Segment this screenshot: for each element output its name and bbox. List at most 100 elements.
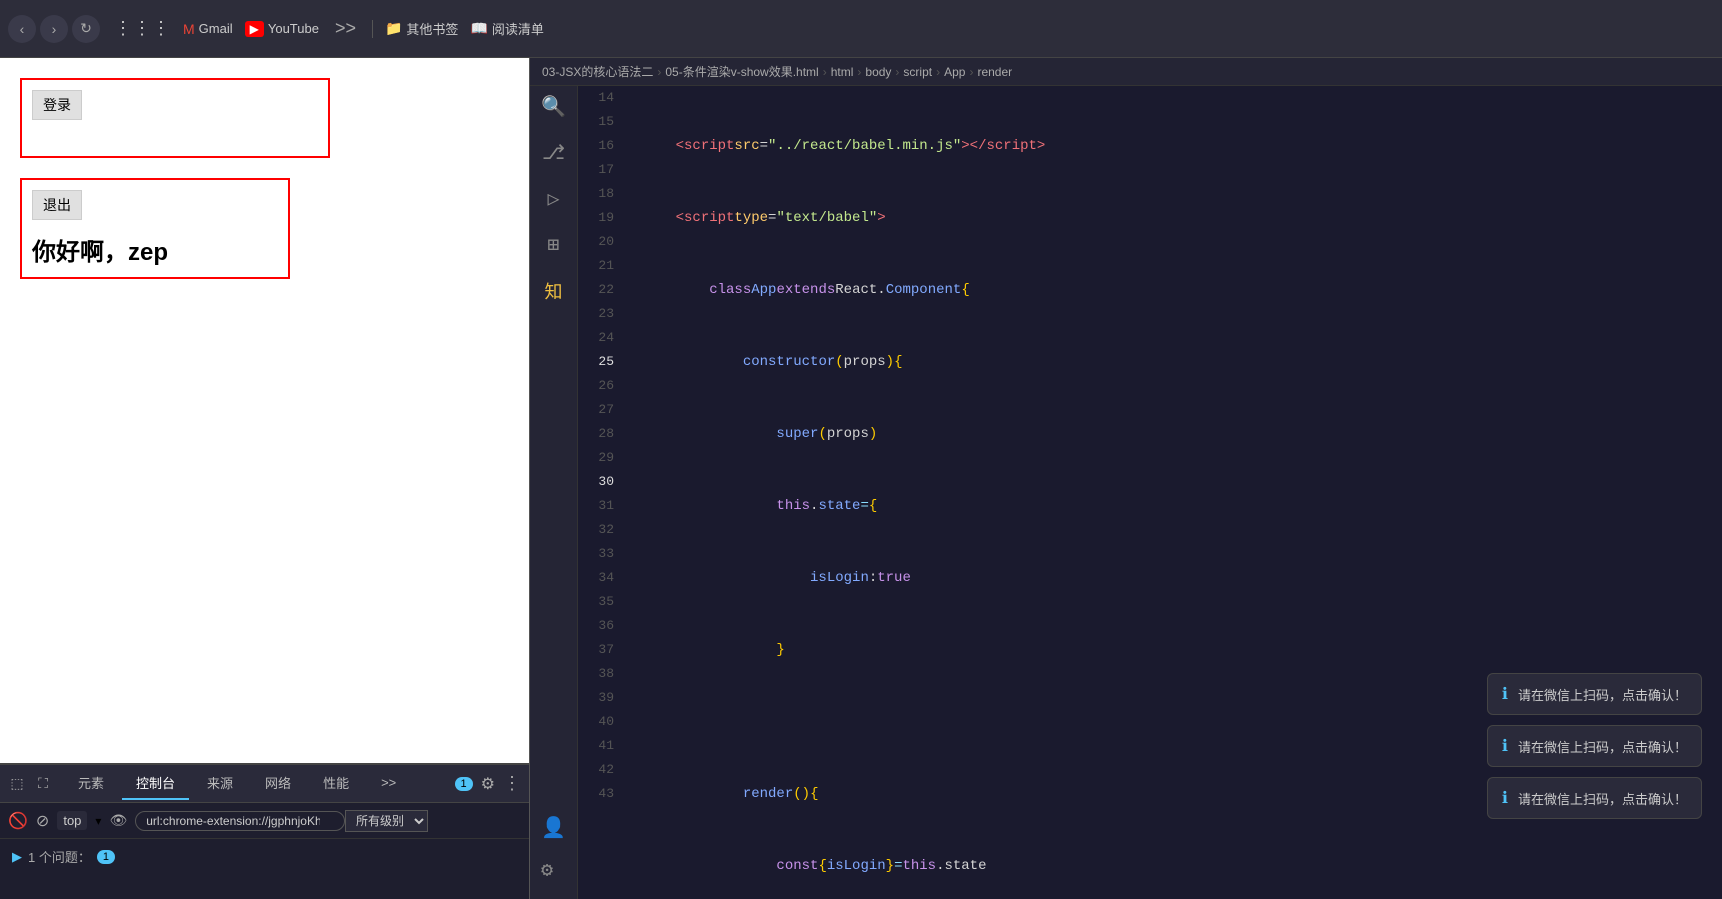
ln-38: 38 xyxy=(590,662,614,686)
ln-32: 32 xyxy=(590,518,614,542)
breadcrumb-item-5[interactable]: script xyxy=(903,65,932,79)
breadcrumb-item-4[interactable]: body xyxy=(865,65,891,79)
editor-wrapper: 14 15 16 17 18 19 20 21 22 23 24 25 26 2… xyxy=(578,86,1722,899)
devtools-toolbar: 🚫 ⊘ top ▾ 👁 ✕ 所有级别 xyxy=(0,803,529,839)
code-line-24: const {isLogin} = this.state xyxy=(642,854,1706,878)
top-label[interactable]: top xyxy=(57,811,87,830)
folder-icon: 📁 xyxy=(385,20,402,37)
more-bookmarks-button[interactable]: >> xyxy=(331,18,360,39)
reading-list[interactable]: 📖 阅读清单 xyxy=(470,19,543,38)
tab-performance[interactable]: 性能 xyxy=(309,767,363,800)
settings-icon[interactable]: ⚙ xyxy=(481,774,495,794)
ln-37: 37 xyxy=(590,638,614,662)
search-sidebar-icon[interactable]: 🔍 xyxy=(541,94,566,120)
breadcrumb-item-7[interactable]: render xyxy=(977,65,1012,79)
inspect-icon[interactable]: ⬚ xyxy=(8,775,26,793)
notifications: ℹ 请在微信上扫码，点击确认！ ℹ 请在微信上扫码，点击确认！ ℹ 请在微信上扫… xyxy=(1487,673,1702,819)
level-select[interactable]: 所有级别 xyxy=(345,810,428,832)
other-bookmarks[interactable]: 📁 其他书签 xyxy=(385,19,458,38)
code-line-19: this.state = { xyxy=(642,494,1706,518)
ln-16: 16 xyxy=(590,134,614,158)
login-button[interactable]: 登录 xyxy=(32,90,82,120)
ln-43: 43 xyxy=(590,782,614,806)
code-line-15: <script type="text/babel"> xyxy=(642,206,1706,230)
ln-39: 39 xyxy=(590,686,614,710)
reading-icon: 📖 xyxy=(470,20,487,37)
notification-1[interactable]: ℹ 请在微信上扫码，点击确认！ xyxy=(1487,673,1702,715)
gmail-icon: M xyxy=(183,21,195,37)
ln-17: 17 xyxy=(590,158,614,182)
breadcrumb-item-2[interactable]: 05-条件渲染v-show效果.html xyxy=(665,63,818,80)
extensions-sidebar-icon[interactable]: ⊞ xyxy=(547,232,559,258)
notification-3[interactable]: ℹ 请在微信上扫码，点击确认！ xyxy=(1487,777,1702,819)
tab-more[interactable]: >> xyxy=(367,769,410,798)
apps-icon: ⋮⋮⋮ xyxy=(114,18,171,39)
other-bookmarks-label: 其他书签 xyxy=(406,19,458,38)
ln-23: 23 xyxy=(590,302,614,326)
tab-network[interactable]: 网络 xyxy=(251,767,305,800)
ln-42: 42 xyxy=(590,758,614,782)
editor-sidebar: 🔍 ⎇ ▷ ⊞ 知 👤 ⚙ xyxy=(530,86,578,899)
info-icon-3: ℹ xyxy=(1502,788,1508,808)
youtube-icon: ▶ xyxy=(245,21,264,37)
breadcrumb-item-6[interactable]: App xyxy=(944,65,965,79)
ln-15: 15 xyxy=(590,110,614,134)
ln-20: 20 xyxy=(590,230,614,254)
tab-sources[interactable]: 来源 xyxy=(193,767,247,800)
greeting-text: 你好啊，zep xyxy=(32,232,278,267)
breadcrumb-item-3[interactable]: html xyxy=(831,65,854,79)
tab-console[interactable]: 控制台 xyxy=(122,767,189,800)
settings-sidebar-icon[interactable]: ⚙ xyxy=(541,857,566,883)
nav-buttons: ‹ › ↻ xyxy=(8,15,100,43)
right-panel: 03-JSX的核心语法二 › 05-条件渲染v-show效果.html › ht… xyxy=(530,58,1722,899)
browser-bar: ‹ › ↻ ⋮⋮⋮ M Gmail ▶ YouTube >> 📁 其他书签 📖 … xyxy=(0,0,1722,58)
devtools-icons: ⬚ ⛶ xyxy=(8,775,52,793)
notification-text-3: 请在微信上扫码，点击确认！ xyxy=(1518,789,1687,808)
expand-arrow[interactable]: ▶ xyxy=(12,849,22,865)
block-icon[interactable]: ⊘ xyxy=(36,811,49,831)
git-sidebar-icon[interactable]: ⎇ xyxy=(542,140,565,166)
run-sidebar-icon[interactable]: ▷ xyxy=(547,186,559,212)
problem-row: ▶ 1 个问题： 1 xyxy=(12,847,517,866)
ln-26: 26 xyxy=(590,374,614,398)
left-panel: 登录 退出 你好啊，zep ⬚ ⛶ 元素 控制台 来源 网络 性能 >> xyxy=(0,58,530,899)
ln-36: 36 xyxy=(590,614,614,638)
gmail-label: Gmail xyxy=(199,21,233,36)
tab-elements[interactable]: 元素 xyxy=(64,767,118,800)
ln-24: 24 xyxy=(590,326,614,350)
user-sidebar-icon[interactable]: 👤 xyxy=(541,815,566,841)
refresh-button[interactable]: ↻ xyxy=(72,15,100,43)
more-options-icon[interactable]: ⋮ xyxy=(503,773,521,794)
reading-list-label: 阅读清单 xyxy=(492,19,544,38)
knowledge-sidebar-icon[interactable]: 知 xyxy=(545,278,563,304)
ln-41: 41 xyxy=(590,734,614,758)
devtools-right: 1 ⚙ ⋮ xyxy=(455,773,521,794)
problem-badge: 1 xyxy=(97,850,115,864)
info-icon-2: ℹ xyxy=(1502,736,1508,756)
clear-icon[interactable]: 🚫 xyxy=(8,811,28,831)
console-badge: 1 xyxy=(455,777,473,791)
ln-40: 40 xyxy=(590,710,614,734)
code-line-17: constructor(props) { xyxy=(642,350,1706,374)
problem-label: 1 个问题： xyxy=(28,847,91,866)
devtools-panel: ⬚ ⛶ 元素 控制台 来源 网络 性能 >> 1 ⚙ ⋮ 🚫 ⊘ top xyxy=(0,763,529,899)
notification-text-1: 请在微信上扫码，点击确认！ xyxy=(1518,685,1687,704)
back-button[interactable]: ‹ xyxy=(8,15,36,43)
ln-27: 27 xyxy=(590,398,614,422)
logout-button[interactable]: 退出 xyxy=(32,190,82,220)
notification-2[interactable]: ℹ 请在微信上扫码，点击确认！ xyxy=(1487,725,1702,767)
ln-25: 25 xyxy=(590,350,614,374)
cursor-icon[interactable]: ⛶ xyxy=(34,775,52,793)
breadcrumb-item-1[interactable]: 03-JSX的核心语法二 xyxy=(542,63,653,80)
line-numbers: 14 15 16 17 18 19 20 21 22 23 24 25 26 2… xyxy=(578,86,626,899)
forward-button[interactable]: › xyxy=(40,15,68,43)
apps-bookmark[interactable]: ⋮⋮⋮ xyxy=(114,18,171,39)
youtube-bookmark[interactable]: ▶ YouTube xyxy=(245,21,319,37)
login-box: 登录 xyxy=(20,78,330,158)
filter-input[interactable] xyxy=(135,811,345,831)
youtube-label: YouTube xyxy=(268,21,319,36)
eye-icon[interactable]: 👁 xyxy=(109,812,127,829)
ln-34: 34 xyxy=(590,566,614,590)
notification-text-2: 请在微信上扫码，点击确认！ xyxy=(1518,737,1687,756)
gmail-bookmark[interactable]: M Gmail xyxy=(183,21,233,37)
